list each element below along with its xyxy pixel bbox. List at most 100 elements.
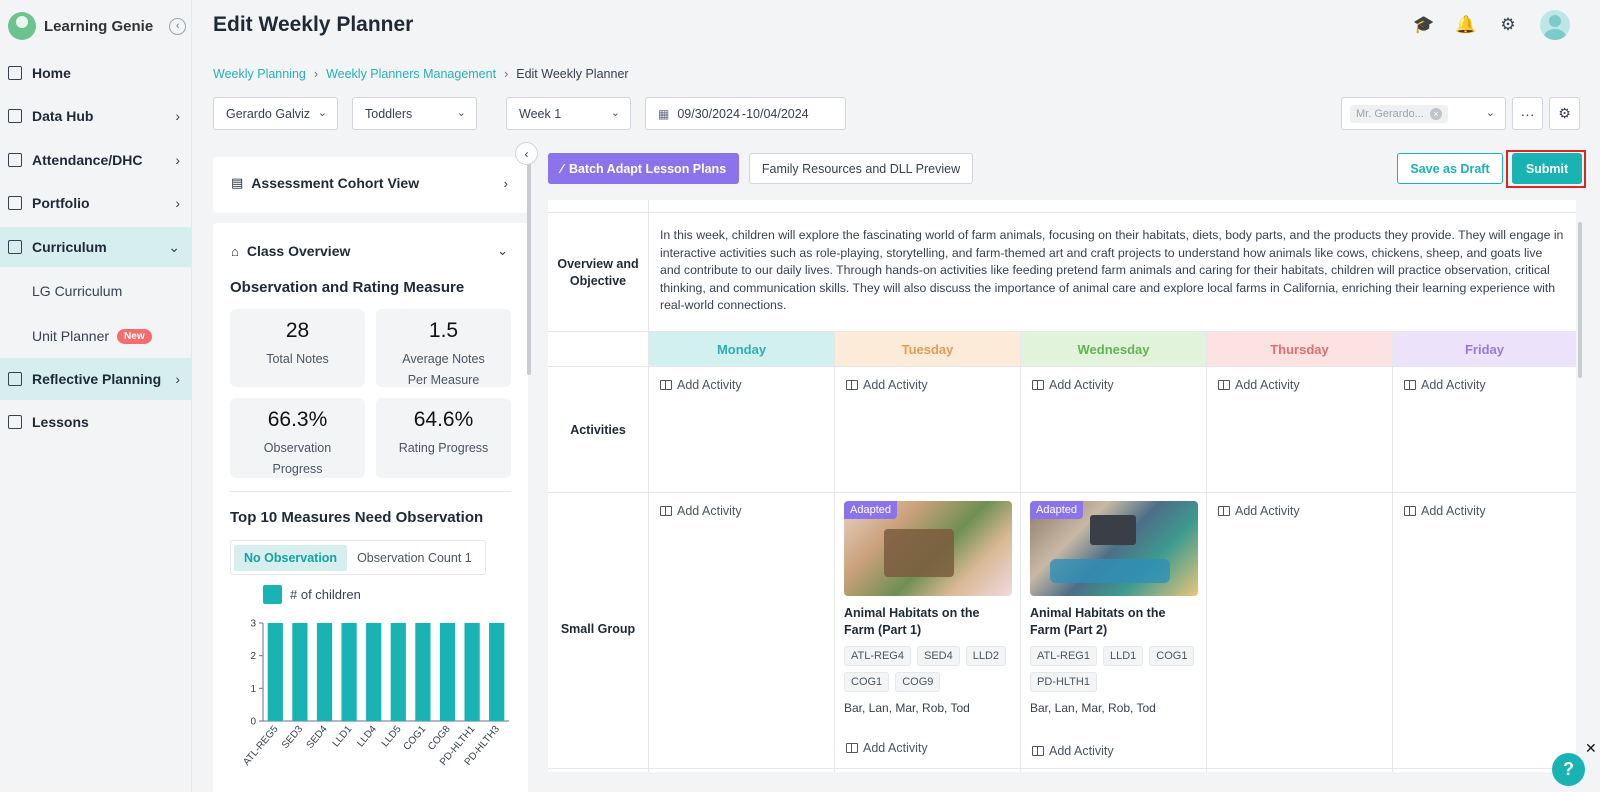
lesson-title[interactable]: Animal Habitats on the Farm (Part 2) (1030, 605, 1198, 638)
toggle-no-observation[interactable]: No Observation (234, 544, 348, 571)
close-icon[interactable]: ✕ (1585, 740, 1597, 757)
add-activity-wednesday-activities[interactable]: Add Activity (1032, 378, 1114, 392)
lesson-card-wednesday[interactable]: Adapted Animal Habitats on the Farm (Par… (1030, 501, 1198, 715)
date-range-picker[interactable]: ▦ 09/30/2024 -10/04/2024 (645, 97, 846, 130)
add-activity-label: Add Activity (677, 378, 742, 392)
house-icon: ⌂ (231, 243, 239, 259)
calendar-icon (8, 153, 22, 167)
stat-value: 64.6% (413, 408, 474, 431)
grid-line (548, 366, 1576, 367)
add-activity-wednesday-small-group-extra[interactable]: Add Activity (1032, 744, 1114, 758)
bar[interactable] (489, 623, 505, 721)
lesson-card-tuesday[interactable]: Adapted Animal Habitats on the Farm (Par… (844, 501, 1012, 715)
chevron-down-icon: ⌄ (168, 238, 180, 255)
graduation-cap-icon[interactable]: 🎓 (1413, 15, 1434, 35)
more-options-button[interactable]: ··· (1512, 97, 1543, 130)
add-activity-label: Add Activity (863, 741, 928, 755)
add-activity-label: Add Activity (1049, 378, 1114, 392)
sidebar-item-portfolio[interactable]: Portfolio › (0, 183, 192, 223)
lesson-image[interactable]: Adapted (844, 501, 1012, 596)
chevron-down-icon: ⌄ (456, 107, 466, 119)
sidebar-item-label: Home (32, 65, 71, 81)
help-button[interactable]: ? (1552, 753, 1585, 786)
bar[interactable] (390, 623, 406, 721)
gear-icon[interactable]: ⚙ (1498, 15, 1518, 35)
add-activity-tuesday-activities[interactable]: Add Activity (846, 378, 928, 392)
group-select[interactable]: Toddlers ⌄ (352, 97, 477, 130)
grid-line (1020, 331, 1021, 772)
bell-icon[interactable]: 🔔 (1455, 15, 1476, 35)
sidebar-item-reflective-planning[interactable]: Reflective Planning › (0, 358, 192, 400)
bar[interactable] (464, 623, 480, 721)
toggle-observation-count[interactable]: Observation Count 1 (347, 545, 482, 571)
chevron-down-icon: ⌄ (1485, 107, 1495, 119)
assignee-select[interactable]: Mr. Gerardo... × ⌄ (1341, 97, 1506, 130)
grid-line (648, 200, 649, 772)
chevron-right-icon: › (175, 108, 180, 124)
add-activity-label: Add Activity (1049, 744, 1114, 758)
class-overview-header[interactable]: ⌂ Class Overview ⌄ (213, 223, 528, 259)
add-activity-friday-small-group[interactable]: Add Activity (1404, 504, 1486, 518)
bar[interactable] (292, 623, 308, 721)
sidebar-subitem-lg-curriculum[interactable]: LG Curriculum (32, 283, 122, 299)
remove-tag-icon[interactable]: × (1429, 107, 1442, 120)
lesson-children: Bar, Lan, Mar, Rob, Tod (844, 701, 970, 715)
week-select[interactable]: Week 1 ⌄ (506, 97, 631, 130)
breadcrumb: Weekly Planning › Weekly Planners Manage… (213, 67, 629, 81)
planner-settings-button[interactable]: ⚙ (1549, 97, 1580, 130)
collapse-sidebar-icon[interactable]: ‹ (169, 17, 187, 35)
sidebar-item-label: Curriculum (32, 239, 107, 255)
avatar[interactable] (1540, 10, 1570, 40)
bar[interactable] (316, 623, 333, 721)
clipboard-icon: ▤ (231, 175, 244, 190)
sidebar-item-lessons[interactable]: Lessons (0, 402, 192, 442)
x-tick-label: LLD1 (331, 724, 355, 750)
sidebar-item-attendance[interactable]: Attendance/DHC › (0, 140, 192, 180)
sidebar-item-data-hub[interactable]: Data Hub › (0, 96, 192, 136)
sidebar-subitem-unit-planner[interactable]: Unit Planner New (32, 328, 152, 344)
x-tick-label: LLD4 (355, 724, 379, 750)
add-activity-tuesday-small-group[interactable]: Add Activity (846, 741, 928, 755)
sidebar-item-curriculum[interactable]: Curriculum ⌄ (0, 227, 192, 267)
planner-scrollbar[interactable] (1578, 222, 1582, 378)
add-activity-monday-activities[interactable]: Add Activity (660, 378, 742, 392)
measure-chip: LLD2 (965, 646, 1007, 666)
family-resources-button[interactable]: Family Resources and DLL Preview (749, 153, 973, 184)
book-icon (1032, 380, 1044, 390)
lesson-image[interactable]: Adapted (1030, 501, 1198, 596)
teacher-select[interactable]: Gerardo Galviz ⌄ (213, 97, 338, 130)
class-overview-card: ⌂ Class Overview ⌄ Observation and Ratin… (213, 223, 528, 792)
sidebar-item-home[interactable]: Home (0, 53, 192, 93)
y-tick-label: 1 (250, 684, 256, 695)
chevron-down-icon: ⌄ (497, 243, 508, 258)
batch-adapt-button[interactable]: ⁄ Batch Adapt Lesson Plans (548, 153, 739, 184)
lesson-title[interactable]: Animal Habitats on the Farm (Part 1) (844, 605, 1012, 638)
bar[interactable] (415, 623, 431, 721)
save-draft-button[interactable]: Save as Draft (1397, 153, 1503, 184)
breadcrumb-planners-management[interactable]: Weekly Planners Management (326, 67, 496, 81)
chevron-right-icon: › (503, 175, 508, 191)
bar[interactable] (267, 623, 283, 721)
overview-text[interactable]: In this week, children will explore the … (660, 227, 1564, 315)
bar[interactable] (341, 623, 357, 721)
divider (230, 491, 511, 492)
collapse-panel-button[interactable]: ‹ (515, 142, 538, 165)
left-panel-scrollbar[interactable] (527, 157, 531, 375)
date-start: 09/30/2024 (677, 106, 740, 121)
bar[interactable] (366, 623, 382, 721)
add-activity-thursday-activities[interactable]: Add Activity (1218, 378, 1300, 392)
breadcrumb-weekly-planning[interactable]: Weekly Planning (213, 67, 306, 81)
book-icon (1218, 380, 1230, 390)
add-activity-monday-small-group[interactable]: Add Activity (660, 504, 742, 518)
assessment-cohort-card[interactable]: ▤ Assessment Cohort View › (213, 157, 528, 213)
chevron-right-icon: › (175, 371, 180, 387)
grid-line (1392, 331, 1393, 772)
week-select-value: Week 1 (519, 106, 562, 121)
gear-icon: ⚙ (1558, 105, 1571, 121)
bar[interactable] (439, 623, 456, 721)
add-activity-thursday-small-group[interactable]: Add Activity (1218, 504, 1300, 518)
add-activity-friday-activities[interactable]: Add Activity (1404, 378, 1486, 392)
stat-label: Average Notes Per Measure (402, 352, 485, 387)
add-activity-label: Add Activity (1235, 378, 1300, 392)
lessons-icon (8, 415, 22, 429)
